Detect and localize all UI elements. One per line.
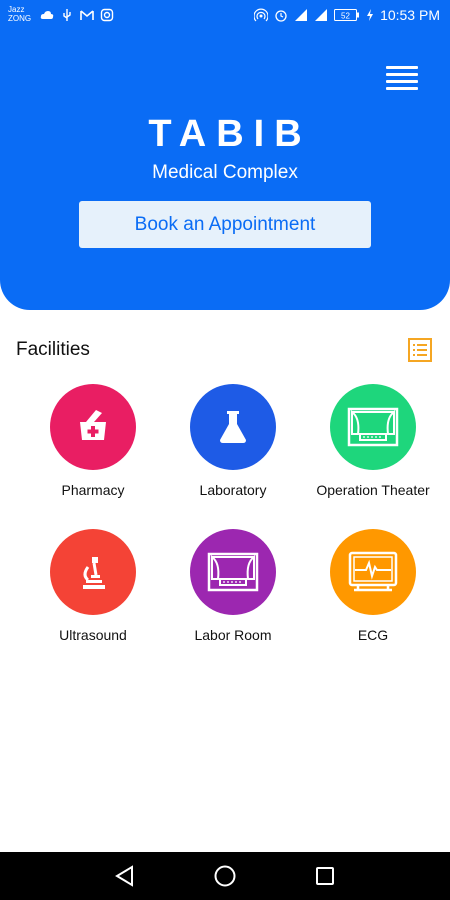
- theater-icon: [330, 384, 416, 470]
- battery-level: 52: [341, 12, 350, 21]
- back-triangle-icon[interactable]: [113, 864, 137, 888]
- microscope-icon: [50, 529, 136, 615]
- menu-line: [386, 73, 418, 76]
- carrier-line2: ZONG: [8, 14, 32, 23]
- charging-icon: [367, 9, 374, 21]
- stage-curtain-icon: [190, 529, 276, 615]
- hotspot-icon: [254, 8, 269, 22]
- facility-ecg[interactable]: ECG: [298, 529, 448, 643]
- app-subtitle: Medical Complex: [152, 162, 298, 183]
- facility-label: Labor Room: [194, 627, 272, 643]
- signal-icon: [295, 9, 308, 21]
- header-banner: Jazz ZONG 52 10:53 PM TABIB Medical Comp…: [0, 0, 450, 310]
- menu-line: [386, 87, 418, 90]
- pharmacy-icon: [50, 384, 136, 470]
- facility-label: Ultrasound: [59, 627, 127, 643]
- facility-laboratory[interactable]: Laboratory: [158, 384, 308, 498]
- usb-icon: [63, 9, 71, 21]
- menu-line: [386, 66, 418, 69]
- app-title: TABIB: [148, 113, 312, 155]
- status-bar: Jazz ZONG 52 10:53 PM: [0, 0, 450, 32]
- menu-line: [386, 80, 418, 83]
- carrier-line1: Jazz: [8, 5, 25, 14]
- facility-operation-theater[interactable]: Operation Theater: [298, 384, 448, 498]
- battery-icon: 52: [334, 9, 360, 21]
- gmail-icon: [80, 10, 94, 20]
- ecg-monitor-icon: [330, 529, 416, 615]
- facility-label: ECG: [357, 627, 389, 643]
- instagram-icon: [100, 8, 114, 22]
- facility-label: Pharmacy: [61, 482, 125, 498]
- alarm-icon: [275, 10, 287, 22]
- facility-label: Operation Theater: [316, 482, 430, 498]
- facility-ultrasound[interactable]: Ultrasound: [18, 529, 168, 643]
- facility-label: Laboratory: [199, 482, 267, 498]
- cloud-icon: [40, 11, 54, 19]
- flask-icon: [190, 384, 276, 470]
- hamburger-menu-button[interactable]: [386, 66, 418, 94]
- book-appointment-button[interactable]: Book an Appointment: [79, 201, 371, 248]
- signal-icon: [315, 9, 328, 21]
- status-time: 10:53 PM: [380, 7, 440, 23]
- facilities-heading: Facilities: [16, 339, 90, 360]
- list-view-icon[interactable]: [408, 338, 432, 362]
- carrier-label: Jazz ZONG: [8, 5, 38, 23]
- home-circle-icon[interactable]: [213, 864, 237, 888]
- system-nav-bar: [0, 852, 450, 900]
- facility-labor-room[interactable]: Labor Room: [158, 529, 308, 643]
- recents-square-icon[interactable]: [313, 864, 337, 888]
- facility-pharmacy[interactable]: Pharmacy: [18, 384, 168, 498]
